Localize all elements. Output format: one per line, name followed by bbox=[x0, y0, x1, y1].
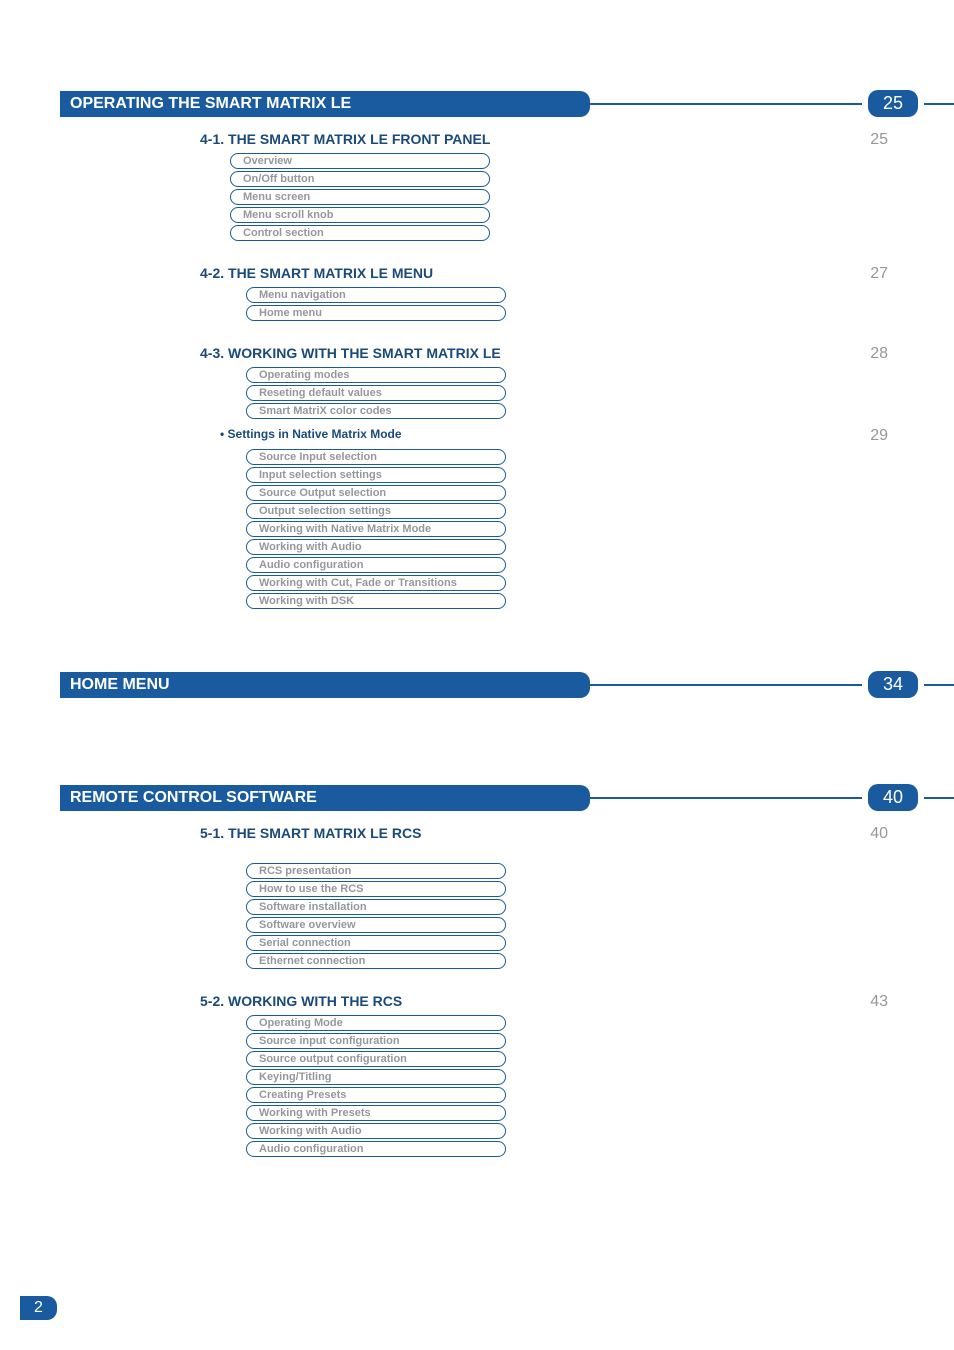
section-row: 5-2. WORKING WITH THE RCS 43 bbox=[200, 993, 894, 1011]
toc-item[interactable]: Working with Audio bbox=[246, 1123, 506, 1139]
pill-list: Source Input selection Input selection s… bbox=[246, 449, 506, 609]
bullet-row: • Settings in Native Matrix Mode 29 bbox=[220, 427, 894, 445]
chapter-line bbox=[590, 797, 862, 799]
toc-item[interactable]: Menu screen bbox=[230, 189, 490, 205]
toc-item[interactable]: Output selection settings bbox=[246, 503, 506, 519]
toc-item[interactable]: Serial connection bbox=[246, 935, 506, 951]
chapter-line bbox=[590, 684, 862, 686]
section-page: 27 bbox=[870, 265, 894, 283]
section-title[interactable]: 4-3. WORKING WITH THE SMART MATRIX LE bbox=[200, 345, 870, 361]
toc-item[interactable]: Keying/Titling bbox=[246, 1069, 506, 1085]
section-page: 43 bbox=[870, 993, 894, 1011]
chapter-line-tail bbox=[924, 797, 954, 799]
toc-item[interactable]: Menu scroll knob bbox=[230, 207, 490, 223]
chapter-line-tail bbox=[924, 684, 954, 686]
chapter-row: REMOTE CONTROL SOFTWARE 40 bbox=[0, 784, 954, 811]
toc-item[interactable]: Software installation bbox=[246, 899, 506, 915]
toc-item[interactable]: Working with Native Matrix Mode bbox=[246, 521, 506, 537]
toc-item[interactable]: Operating Mode bbox=[246, 1015, 506, 1031]
toc-item[interactable]: Source input configuration bbox=[246, 1033, 506, 1049]
page-number-footer: 2 bbox=[20, 1296, 57, 1320]
pill-list: Menu navigation Home menu bbox=[246, 287, 506, 321]
toc-item[interactable]: Working with DSK bbox=[246, 593, 506, 609]
chapter-title[interactable]: OPERATING THE SMART MATRIX LE bbox=[60, 91, 590, 117]
toc-item[interactable]: Software overview bbox=[246, 917, 506, 933]
toc-item[interactable]: How to use the RCS bbox=[246, 881, 506, 897]
chapter-title[interactable]: HOME MENU bbox=[60, 672, 590, 698]
section-row: 4-2. THE SMART MATRIX LE MENU 27 bbox=[200, 265, 894, 283]
toc-item[interactable]: Audio configuration bbox=[246, 1141, 506, 1157]
section-row: 4-3. WORKING WITH THE SMART MATRIX LE 28 bbox=[200, 345, 894, 363]
toc-item[interactable]: Source Input selection bbox=[246, 449, 506, 465]
toc-item[interactable]: Operating modes bbox=[246, 367, 506, 383]
pill-list: RCS presentation How to use the RCS Soft… bbox=[246, 863, 506, 969]
toc-item[interactable]: On/Off button bbox=[230, 171, 490, 187]
toc-item[interactable]: Input selection settings bbox=[246, 467, 506, 483]
section-page: 40 bbox=[870, 825, 894, 843]
chapter-page-badge: 25 bbox=[868, 90, 918, 117]
toc-item[interactable]: Working with Presets bbox=[246, 1105, 506, 1121]
toc-item[interactable]: Menu navigation bbox=[246, 287, 506, 303]
pill-list: Overview On/Off button Menu screen Menu … bbox=[230, 153, 954, 241]
toc-item[interactable]: Ethernet connection bbox=[246, 953, 506, 969]
section-title[interactable]: 5-1. THE SMART MATRIX LE RCS bbox=[200, 825, 870, 841]
toc-item[interactable]: Source output configuration bbox=[246, 1051, 506, 1067]
pill-list: Operating Mode Source input configuratio… bbox=[246, 1015, 506, 1157]
section-row: 4-1. THE SMART MATRIX LE FRONT PANEL 25 bbox=[200, 131, 894, 149]
section-title[interactable]: 4-2. THE SMART MATRIX LE MENU bbox=[200, 265, 870, 281]
pill-list: Operating modes Reseting default values … bbox=[246, 367, 506, 419]
toc-item[interactable]: Source Output selection bbox=[246, 485, 506, 501]
toc-item[interactable]: Working with Cut, Fade or Transitions bbox=[246, 575, 506, 591]
chapter-row: HOME MENU 34 bbox=[0, 671, 954, 698]
toc-item[interactable]: RCS presentation bbox=[246, 863, 506, 879]
section-title[interactable]: 4-1. THE SMART MATRIX LE FRONT PANEL bbox=[200, 131, 870, 147]
chapter-line bbox=[590, 103, 862, 105]
chapter-line-tail bbox=[924, 103, 954, 105]
toc-item[interactable]: Creating Presets bbox=[246, 1087, 506, 1103]
section-page: 25 bbox=[870, 131, 894, 149]
section-page: 29 bbox=[870, 427, 894, 445]
toc-item[interactable]: Control section bbox=[230, 225, 490, 241]
toc-item[interactable]: Home menu bbox=[246, 305, 506, 321]
bullet-title[interactable]: • Settings in Native Matrix Mode bbox=[220, 427, 870, 441]
chapter-page-badge: 40 bbox=[868, 784, 918, 811]
chapter-page-badge: 34 bbox=[868, 671, 918, 698]
toc-item[interactable]: Audio configuration bbox=[246, 557, 506, 573]
toc-item[interactable]: Reseting default values bbox=[246, 385, 506, 401]
toc-item[interactable]: Smart MatriX color codes bbox=[246, 403, 506, 419]
chapter-title[interactable]: REMOTE CONTROL SOFTWARE bbox=[60, 785, 590, 811]
section-title[interactable]: 5-2. WORKING WITH THE RCS bbox=[200, 993, 870, 1009]
toc-page: OPERATING THE SMART MATRIX LE 25 4-1. TH… bbox=[0, 0, 954, 1350]
toc-item[interactable]: Working with Audio bbox=[246, 539, 506, 555]
toc-item[interactable]: Overview bbox=[230, 153, 490, 169]
section-page: 28 bbox=[870, 345, 894, 363]
chapter-row: OPERATING THE SMART MATRIX LE 25 bbox=[0, 90, 954, 117]
section-row: 5-1. THE SMART MATRIX LE RCS 40 bbox=[200, 825, 894, 843]
